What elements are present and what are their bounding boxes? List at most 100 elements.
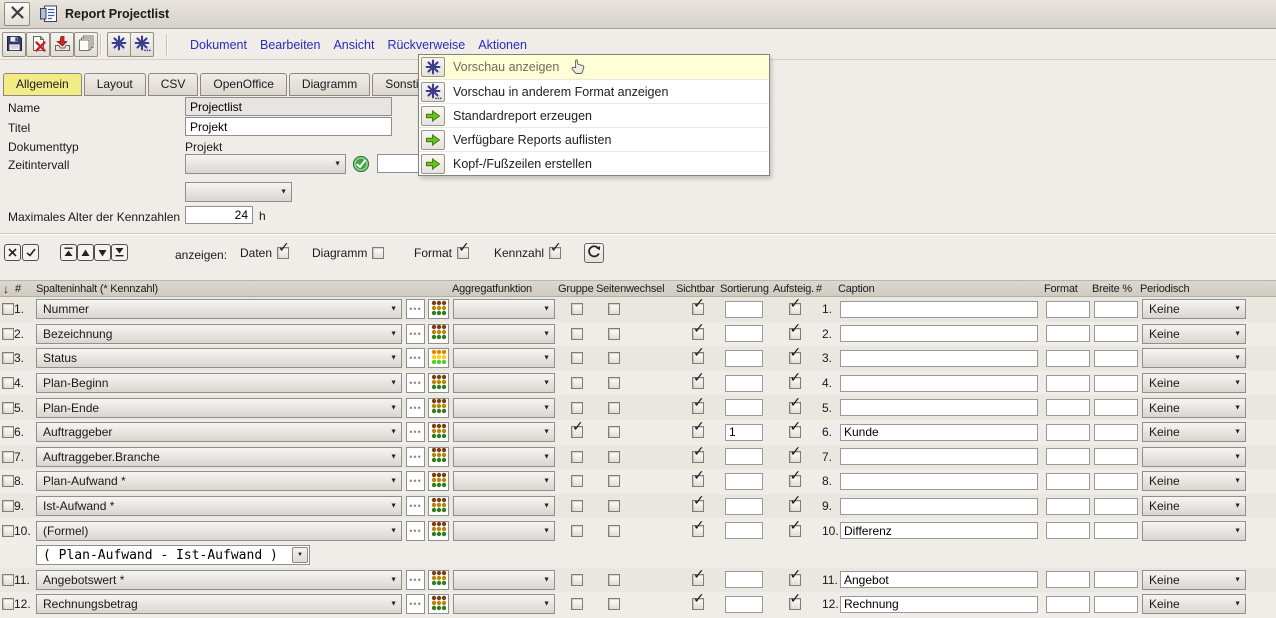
preview-format-button[interactable] [130, 32, 154, 57]
aggregate-select[interactable]: ▼ [453, 299, 555, 319]
caption-input[interactable] [840, 399, 1038, 416]
seitenwechsel-checkbox[interactable] [608, 574, 620, 586]
periodisch-select[interactable]: Keine▼ [1142, 373, 1246, 393]
aggregate-select[interactable]: ▼ [453, 594, 555, 614]
color-grid-button[interactable] [428, 570, 449, 590]
aufsteigend-checkbox[interactable]: ✓ [789, 500, 801, 512]
aggregate-select[interactable]: ▼ [453, 471, 555, 491]
tab-csv[interactable]: CSV [148, 73, 199, 96]
sortierung-input[interactable] [725, 571, 763, 588]
menu-item-aktionen[interactable]: Aktionen [478, 38, 527, 52]
aggregate-select[interactable]: ▼ [453, 422, 555, 442]
interval-unit-select[interactable]: ▼ [185, 182, 292, 202]
sichtbar-checkbox[interactable]: ✓ [692, 451, 704, 463]
column-content-select[interactable]: Auftraggeber▼ [36, 422, 402, 442]
show-daten-checkbox[interactable]: ✓ [277, 247, 289, 259]
caption-input[interactable] [840, 473, 1038, 490]
column-content-select[interactable]: (Formel)▼ [36, 521, 402, 541]
format-input[interactable] [1046, 350, 1090, 367]
row-select-checkbox[interactable] [2, 377, 14, 389]
aufsteigend-checkbox[interactable]: ✓ [789, 574, 801, 586]
sortierung-input[interactable] [725, 596, 763, 613]
breite-input[interactable] [1094, 325, 1138, 342]
detail-button[interactable]: ••• [406, 447, 425, 467]
periodisch-select[interactable]: Keine▼ [1142, 570, 1246, 590]
aufsteigend-checkbox[interactable]: ✓ [789, 426, 801, 438]
detail-button[interactable]: ••• [406, 570, 425, 590]
aggregate-select[interactable]: ▼ [453, 447, 555, 467]
column-content-select[interactable]: Ist-Aufwand *▼ [36, 496, 402, 516]
gruppe-checkbox[interactable] [571, 598, 583, 610]
menu-item-dokument[interactable]: Dokument [190, 38, 247, 52]
sichtbar-checkbox[interactable]: ✓ [692, 328, 704, 340]
detail-button[interactable]: ••• [406, 471, 425, 491]
seitenwechsel-checkbox[interactable] [608, 500, 620, 512]
copy-button[interactable] [74, 32, 98, 57]
action-menu-item-vorschau-anzeigen[interactable]: Vorschau anzeigen [419, 55, 769, 79]
gruppe-checkbox[interactable] [571, 451, 583, 463]
format-input[interactable] [1046, 399, 1090, 416]
formula-dropdown-button[interactable]: ▼ [292, 547, 308, 563]
caption-input[interactable] [840, 522, 1038, 539]
format-input[interactable] [1046, 325, 1090, 342]
color-grid-button[interactable] [428, 471, 449, 491]
row-select-checkbox[interactable] [2, 426, 14, 438]
sortierung-input[interactable] [725, 498, 763, 515]
gruppe-checkbox[interactable] [571, 574, 583, 586]
show-diagramm-checkbox[interactable] [372, 247, 384, 259]
aufsteigend-checkbox[interactable]: ✓ [789, 352, 801, 364]
caption-input[interactable] [840, 350, 1038, 367]
seitenwechsel-checkbox[interactable] [608, 451, 620, 463]
aggregate-select[interactable]: ▼ [453, 348, 555, 368]
menu-item-bearbeiten[interactable]: Bearbeiten [260, 38, 320, 52]
detail-button[interactable]: ••• [406, 398, 425, 418]
tab-diagramm[interactable]: Diagramm [289, 73, 370, 96]
seitenwechsel-checkbox[interactable] [608, 352, 620, 364]
caption-input[interactable] [840, 596, 1038, 613]
breite-input[interactable] [1094, 498, 1138, 515]
aggregate-select[interactable]: ▼ [453, 521, 555, 541]
format-input[interactable] [1046, 473, 1090, 490]
move-bottom-button[interactable] [111, 244, 128, 261]
breite-input[interactable] [1094, 596, 1138, 613]
sortierung-input[interactable] [725, 448, 763, 465]
caption-input[interactable] [840, 498, 1038, 515]
breite-input[interactable] [1094, 522, 1138, 539]
zeitintervall-select[interactable]: ▼ [185, 154, 346, 174]
color-grid-button[interactable] [428, 373, 449, 393]
seitenwechsel-checkbox[interactable] [608, 303, 620, 315]
format-input[interactable] [1046, 448, 1090, 465]
gruppe-checkbox[interactable] [571, 500, 583, 512]
color-grid-button[interactable] [428, 299, 449, 319]
row-select-checkbox[interactable] [2, 303, 14, 315]
sichtbar-checkbox[interactable]: ✓ [692, 352, 704, 364]
import-button[interactable] [50, 32, 74, 57]
sortierung-input[interactable] [725, 375, 763, 392]
seitenwechsel-checkbox[interactable] [608, 402, 620, 414]
sichtbar-checkbox[interactable]: ✓ [692, 303, 704, 315]
row-select-checkbox[interactable] [2, 574, 14, 586]
move-top-button[interactable] [60, 244, 77, 261]
row-select-checkbox[interactable] [2, 525, 14, 537]
sichtbar-checkbox[interactable]: ✓ [692, 598, 704, 610]
color-grid-button[interactable] [428, 398, 449, 418]
caption-input[interactable] [840, 571, 1038, 588]
format-input[interactable] [1046, 498, 1090, 515]
breite-input[interactable] [1094, 399, 1138, 416]
breite-input[interactable] [1094, 301, 1138, 318]
show-kennzahl-checkbox[interactable]: ✓ [549, 247, 561, 259]
color-grid-button[interactable] [428, 422, 449, 442]
sortierung-input[interactable] [725, 350, 763, 367]
periodisch-select[interactable]: Keine▼ [1142, 398, 1246, 418]
titel-field[interactable] [185, 117, 392, 136]
max-alter-field[interactable] [185, 206, 253, 224]
caption-input[interactable] [840, 424, 1038, 441]
format-input[interactable] [1046, 375, 1090, 392]
name-field[interactable] [185, 97, 392, 116]
sichtbar-checkbox[interactable]: ✓ [692, 475, 704, 487]
gruppe-checkbox[interactable] [571, 352, 583, 364]
format-input[interactable] [1046, 571, 1090, 588]
sichtbar-checkbox[interactable]: ✓ [692, 426, 704, 438]
format-input[interactable] [1046, 301, 1090, 318]
aufsteigend-checkbox[interactable]: ✓ [789, 377, 801, 389]
